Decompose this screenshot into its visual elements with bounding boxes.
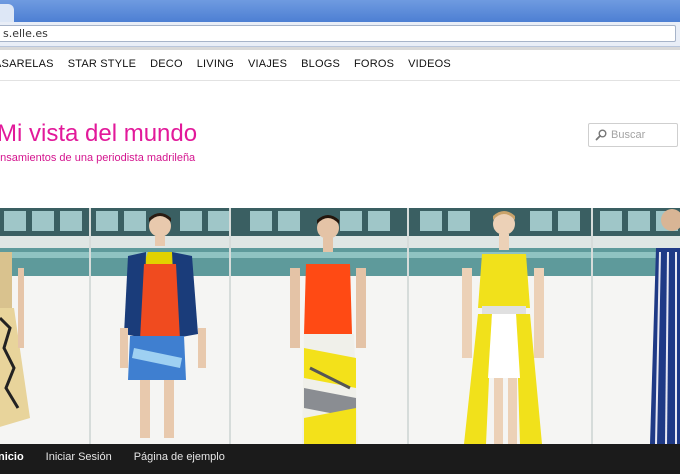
search-input[interactable] (611, 127, 675, 143)
nav-item-deco[interactable]: DECO (150, 58, 183, 70)
nav-item-videos[interactable]: VIDEOS (408, 58, 451, 70)
nav-item-blogs[interactable]: BLOGS (301, 58, 340, 70)
address-bar[interactable] (0, 25, 676, 42)
site-nav-list: ASARELAS STAR STYLE DECO LIVING VIAJES B… (0, 58, 465, 70)
nav-item-inicio[interactable]: nicio (0, 451, 24, 463)
nav-item-foros[interactable]: FOROS (354, 58, 394, 70)
nav-item-pagina-de-ejemplo[interactable]: Página de ejemplo (134, 451, 225, 463)
blog-tagline: ensamientos de una periodista madrileña (0, 152, 196, 164)
header-image (0, 208, 680, 444)
runway-photo (0, 208, 680, 444)
nav-item-pasarelas[interactable]: ASARELAS (0, 58, 54, 70)
search-icon (595, 129, 607, 141)
nav-item-iniciar-sesion[interactable]: Iniciar Sesión (46, 451, 112, 463)
browser-toolbar (0, 22, 680, 47)
bottom-nav: nicio Iniciar Sesión Página de ejemplo (0, 444, 680, 474)
browser-titlebar (0, 0, 680, 22)
nav-item-viajes[interactable]: VIAJES (248, 58, 287, 70)
blog-title[interactable]: Mi vista del mundo (0, 120, 197, 148)
browser-tab[interactable] (0, 4, 14, 22)
search-box (588, 123, 678, 147)
nav-item-living[interactable]: LIVING (197, 58, 234, 70)
nav-item-star-style[interactable]: STAR STYLE (68, 58, 136, 70)
bottom-nav-list: nicio Iniciar Sesión Página de ejemplo (0, 451, 247, 463)
site-nav: ASARELAS STAR STYLE DECO LIVING VIAJES B… (0, 47, 680, 81)
page: ASARELAS STAR STYLE DECO LIVING VIAJES B… (0, 0, 680, 474)
